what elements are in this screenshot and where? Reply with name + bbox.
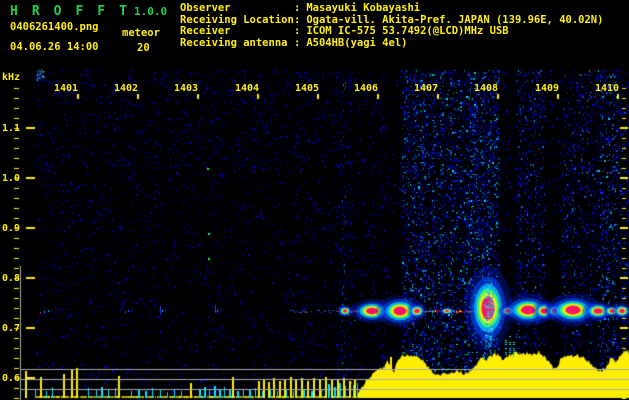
output-filename: 0406261400.png: [10, 21, 99, 33]
x-axis-label: 1404: [235, 83, 260, 94]
y-axis-label: 0.6: [2, 373, 21, 384]
mode-label: meteor: [122, 27, 160, 39]
x-axis-label: 1401: [54, 83, 79, 94]
y-axis-label: 0.9: [2, 223, 21, 234]
info-row: Receiving antenna: A504HB(yagi 4el): [180, 36, 603, 50]
info-value: ICOM IC-575 53.7492(@LCD)MHz USB: [306, 25, 509, 38]
x-axis-label: 1406: [354, 83, 379, 94]
app-version: 1.0.0: [134, 5, 168, 18]
info-colon: :: [294, 2, 301, 14]
x-axis-label: 1410: [595, 83, 620, 94]
x-axis-label: 1408: [474, 83, 499, 94]
x-axis-label: 1407: [414, 83, 439, 94]
info-row: Observer: Masayuki Kobayashi: [180, 2, 603, 15]
x-axis-label: 1409: [535, 83, 560, 94]
app-title: HROFFT: [10, 4, 141, 19]
x-axis-label: 1402: [114, 83, 139, 94]
y-axis-label: 1.1: [2, 123, 21, 134]
info-value: A504HB(yagi 4el): [306, 36, 408, 49]
hrofft-spectrogram-screen: HROFFT 1.0.0 0406261400.png meteor 04.06…: [0, 0, 629, 400]
x-axis-label: 1403: [174, 83, 199, 94]
x-axis-label: 1405: [295, 83, 320, 94]
y-axis-label: 1.0: [2, 173, 21, 184]
echo-count: 20: [137, 42, 150, 54]
receiver-info-block: Observer: Masayuki Kobayashi Receiving Loc…: [180, 2, 604, 50]
info-label: Observer: [180, 2, 231, 14]
info-value: Masayuki Kobayashi: [306, 2, 421, 14]
spectrogram-canvas: [0, 0, 629, 400]
y-axis-unit-label: kHz: [2, 72, 21, 83]
info-colon: :: [294, 36, 301, 49]
info-label: Receiving antenna: [180, 36, 288, 49]
info-value: Ogata-vill. Akita-Pref. JAPAN (139.96E, …: [306, 13, 604, 26]
y-axis-label: 0.7: [2, 323, 21, 334]
y-axis-label: 0.8: [2, 273, 21, 284]
date-time-label: 04.06.26 14:00: [10, 41, 99, 53]
